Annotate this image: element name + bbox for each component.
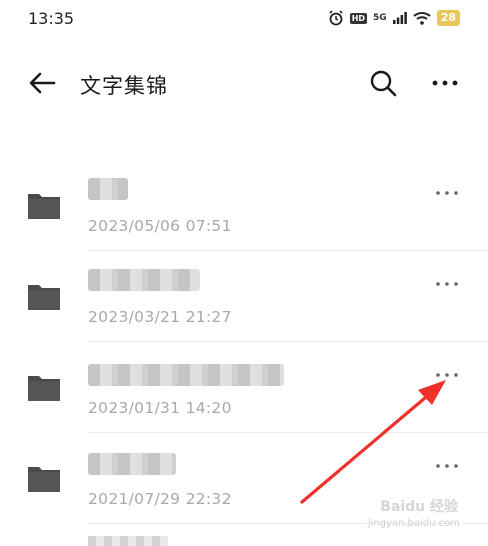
- list-item[interactable]: 2023/01/31 14:20: [0, 342, 488, 433]
- folder-icon: [28, 285, 60, 310]
- folder-name-blurred: [88, 178, 128, 200]
- row-more-icon[interactable]: [433, 368, 461, 382]
- alarm-icon: [328, 10, 344, 26]
- hd-icon: HD: [349, 12, 368, 24]
- row-more-icon[interactable]: [433, 277, 461, 291]
- wifi-icon: [413, 11, 431, 25]
- network-5g-label: 5G: [373, 13, 387, 23]
- folder-name-blurred: [88, 269, 200, 291]
- more-icon[interactable]: [428, 71, 462, 95]
- folder-icon: [28, 194, 60, 219]
- folder-date: 2021/07/29 22:32: [88, 490, 232, 508]
- status-icons: HD 5G 28: [328, 10, 460, 26]
- row-more-icon[interactable]: [433, 459, 461, 473]
- folder-icon: [28, 376, 60, 401]
- status-time: 13:35: [28, 9, 75, 28]
- back-arrow-icon[interactable]: [26, 69, 58, 97]
- page-title: 文字集锦: [80, 74, 168, 98]
- app-bar: 文字集锦: [0, 55, 488, 111]
- folder-name-blurred: [88, 453, 176, 475]
- folder-date: 2023/01/31 14:20: [88, 399, 232, 417]
- folder-date: 2023/05/06 07:51: [88, 217, 232, 235]
- row-more-icon[interactable]: [433, 186, 461, 200]
- next-item-blurred: [88, 536, 168, 546]
- signal-icon: [392, 12, 407, 24]
- folder-name-blurred: [88, 364, 284, 386]
- list-item[interactable]: 2023/03/21 21:27: [0, 251, 488, 342]
- list-item[interactable]: 2023/05/06 07:51: [0, 160, 488, 251]
- folder-icon: [28, 467, 60, 492]
- watermark-logo: Baidu 经验: [380, 499, 458, 515]
- folder-date: 2023/03/21 21:27: [88, 308, 232, 326]
- battery-icon: 28: [436, 10, 460, 26]
- folder-list: 2023/05/06 07:51 2023/03/21 21:27 2023/0…: [0, 160, 488, 524]
- status-bar: 13:35 HD 5G 28: [0, 0, 488, 40]
- watermark-url: jingyan.baidu.com: [367, 518, 460, 529]
- search-icon[interactable]: [368, 68, 398, 98]
